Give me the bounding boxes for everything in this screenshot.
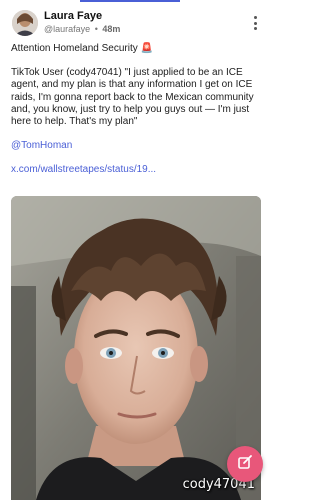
external-link[interactable]: x.com/wallstreetapes/status/19...	[11, 164, 263, 176]
author-name[interactable]: Laura Faye	[44, 10, 102, 22]
compose-button[interactable]	[227, 446, 263, 482]
post-timestamp: 48m	[102, 24, 121, 34]
post-title-line: Attention Homeland Security 🚨	[11, 43, 263, 55]
author-meta: @laurafaye • 48m	[44, 24, 120, 34]
post-header: Laura Faye @laurafaye • 48m	[12, 10, 262, 40]
active-tab-indicator	[80, 0, 180, 2]
mention-link[interactable]: @TomHoman	[11, 140, 263, 152]
avatar[interactable]	[12, 10, 38, 36]
author-handle[interactable]: @laurafaye	[44, 24, 90, 34]
siren-emoji: 🚨	[140, 43, 153, 54]
post-body: Attention Homeland Security 🚨 TikTok Use…	[11, 43, 263, 177]
post-text: TikTok User (cody47041) "I just applied …	[11, 67, 254, 128]
compose-icon	[237, 454, 253, 475]
meta-separator: •	[94, 24, 98, 34]
post-title: Attention Homeland Security	[11, 43, 138, 54]
post-image[interactable]: cody47041	[11, 196, 261, 500]
more-vertical-icon[interactable]	[250, 14, 260, 32]
